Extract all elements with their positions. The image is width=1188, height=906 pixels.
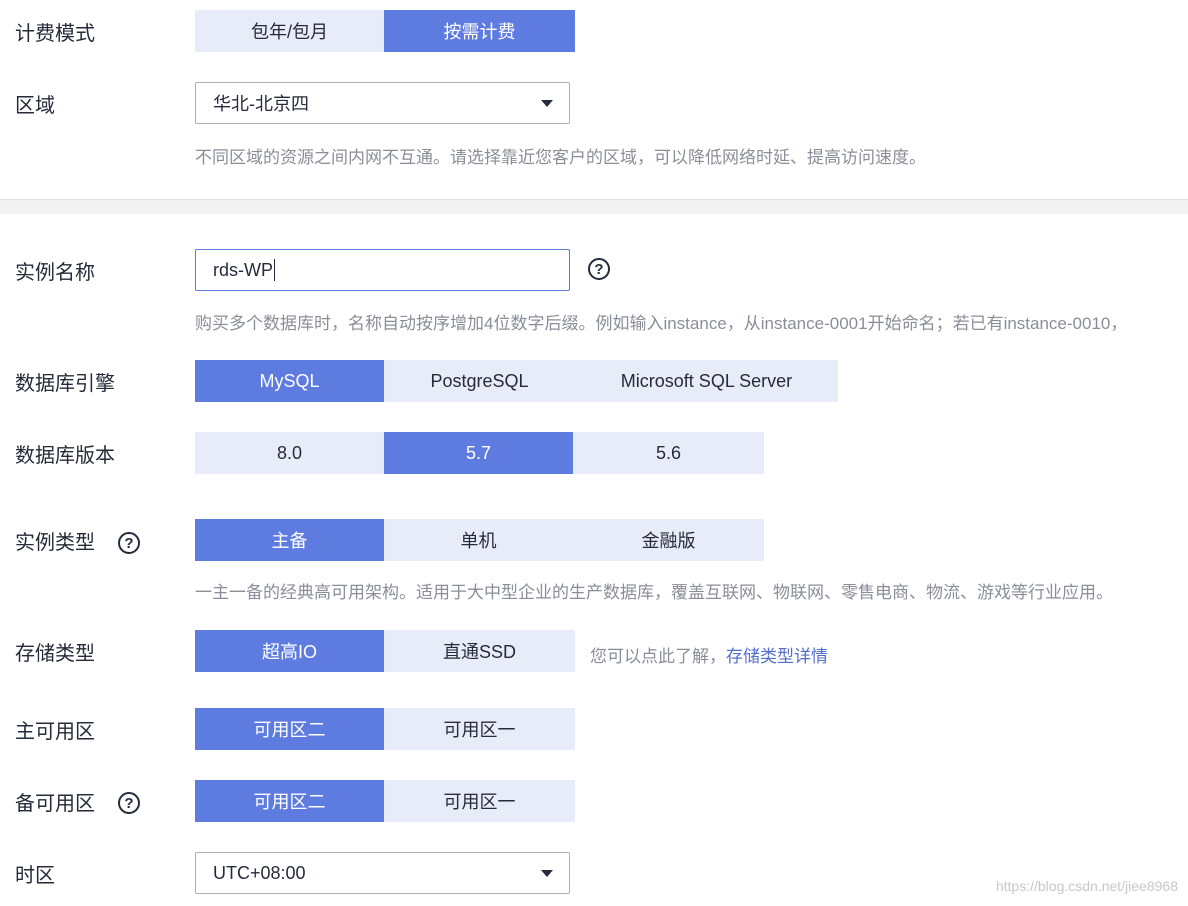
primary-az-label: 主可用区 [15, 720, 95, 743]
timezone-select[interactable]: UTC+08:00 [195, 852, 570, 894]
instance-name-value: rds-WP [213, 259, 273, 280]
standby-az-option-2[interactable]: 可用区二 [195, 780, 384, 822]
region-hint: 不同区域的资源之间内网不互通。请选择靠近您客户的区域，可以降低网络时延、提高访问… [195, 148, 926, 167]
billing-option-pay-per-use[interactable]: 按需计费 [384, 10, 575, 52]
storage-option-direct-ssd[interactable]: 直通SSD [384, 630, 575, 672]
storage-hint-text: 您可以点此了解， [590, 646, 726, 666]
watermark: https://blog.csdn.net/jiee8968 [995, 878, 1178, 894]
help-icon[interactable]: ? [588, 258, 610, 280]
db-version-label: 数据库版本 [15, 444, 115, 467]
instance-type-hint: 一主一备的经典高可用架构。适用于大中型企业的生产数据库，覆盖互联网、物联网、零售… [195, 583, 1113, 602]
instance-name-hint: 购买多个数据库时，名称自动按序增加4位数字后缀。例如输入instance，从in… [195, 314, 1128, 333]
instance-type-label: 实例类型 [15, 531, 95, 554]
storage-option-ultra-high-io[interactable]: 超高IO [195, 630, 384, 672]
region-select[interactable]: 华北-北京四 [195, 82, 570, 124]
standby-az-label: 备可用区 [15, 792, 95, 815]
db-version-option-5-6[interactable]: 5.6 [573, 432, 764, 474]
db-engine-option-mysql[interactable]: MySQL [195, 360, 384, 402]
primary-az-option-1[interactable]: 可用区一 [384, 708, 575, 750]
db-version-option-8-0[interactable]: 8.0 [195, 432, 384, 474]
db-engine-label: 数据库引擎 [15, 372, 115, 395]
billing-mode-selector: 包年/包月 按需计费 [195, 10, 575, 52]
instance-type-option-single[interactable]: 单机 [384, 519, 573, 561]
primary-az-selector: 可用区二 可用区一 [195, 708, 575, 750]
timezone-select-value: UTC+08:00 [213, 862, 306, 883]
storage-type-details-link[interactable]: 存储类型详情 [726, 642, 828, 667]
help-icon[interactable]: ? [118, 532, 140, 554]
storage-type-selector: 超高IO 直通SSD [195, 630, 575, 672]
instance-type-option-primary-standby[interactable]: 主备 [195, 519, 384, 561]
db-version-option-5-7[interactable]: 5.7 [384, 432, 573, 474]
instance-type-option-finance[interactable]: 金融版 [573, 519, 764, 561]
storage-type-hint: 您可以点此了解， 存储类型详情 [590, 630, 828, 678]
timezone-label: 时区 [15, 864, 55, 887]
db-engine-option-postgresql[interactable]: PostgreSQL [384, 360, 575, 402]
region-select-value: 华北-北京四 [213, 94, 309, 114]
standby-az-option-1[interactable]: 可用区一 [384, 780, 575, 822]
db-engine-option-sqlserver[interactable]: Microsoft SQL Server [575, 360, 838, 402]
billing-mode-label: 计费模式 [15, 22, 95, 45]
help-icon[interactable]: ? [118, 792, 140, 814]
region-label: 区域 [15, 94, 55, 117]
storage-type-label: 存储类型 [15, 642, 95, 665]
db-engine-selector: MySQL PostgreSQL Microsoft SQL Server [195, 360, 838, 402]
instance-type-selector: 主备 单机 金融版 [195, 519, 764, 561]
text-cursor [274, 259, 275, 281]
section-divider [0, 199, 1188, 214]
db-version-selector: 8.0 5.7 5.6 [195, 432, 764, 474]
chevron-down-icon [541, 100, 553, 107]
standby-az-selector: 可用区二 可用区一 [195, 780, 575, 822]
instance-name-input[interactable]: rds-WP [195, 249, 570, 291]
chevron-down-icon [541, 870, 553, 877]
instance-name-label: 实例名称 [15, 261, 95, 284]
billing-option-yearly-monthly[interactable]: 包年/包月 [195, 10, 384, 52]
primary-az-option-2[interactable]: 可用区二 [195, 708, 384, 750]
